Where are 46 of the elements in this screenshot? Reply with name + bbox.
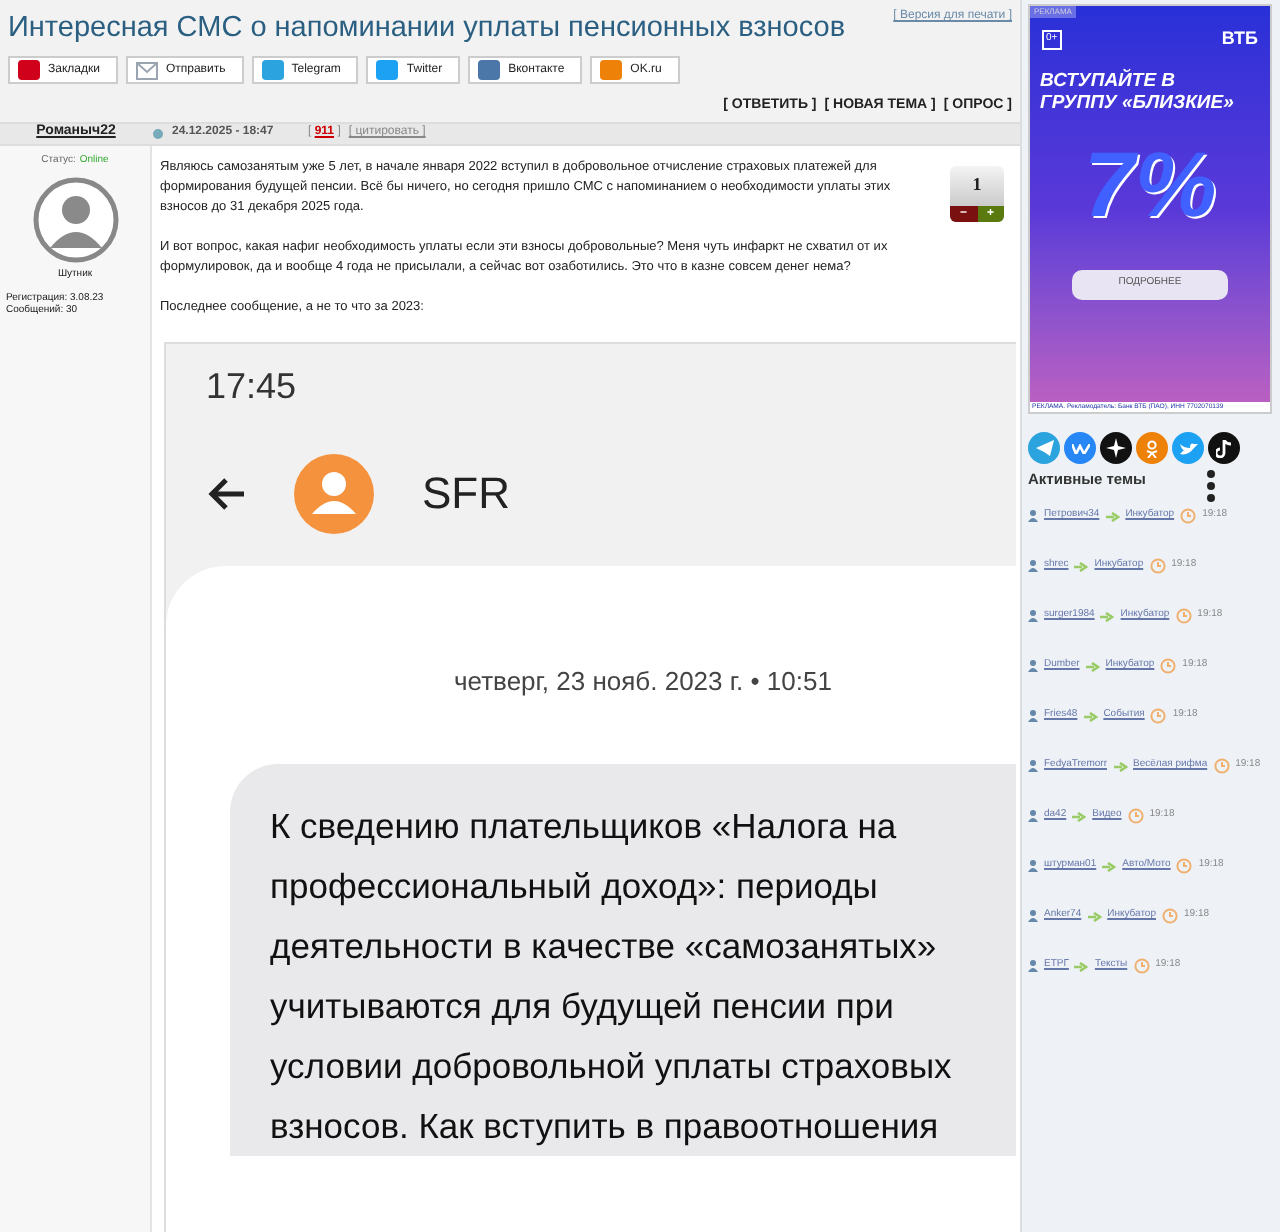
user-icon (1028, 860, 1038, 872)
arrow-right-icon (1074, 961, 1089, 971)
sender-name: SFR (422, 466, 510, 522)
message-bubble: К сведению плательщиков «Налога на профессиональный доход»: периоды деятельности в качестве «самозанятых» учитываются для будущей пенсии при условии добровольной уплаты страховых взносов. Как вступить в правоотношения (230, 764, 1016, 1156)
clock-icon (1150, 708, 1167, 724)
arrow-right-icon (1087, 911, 1102, 921)
clock-icon (1180, 508, 1197, 524)
clock-icon (1149, 558, 1166, 574)
user-icon (1028, 710, 1038, 722)
clock-icon (1160, 658, 1177, 674)
tiktok-icon[interactable] (1208, 432, 1240, 464)
clock-icon (1162, 908, 1178, 924)
envelope-icon (135, 61, 158, 79)
arrow-right-icon (1074, 561, 1089, 571)
rating-value: 1 (972, 171, 982, 197)
avatar-icon (31, 176, 119, 264)
user-icon (1028, 910, 1038, 922)
clock-icon (1133, 958, 1150, 974)
arrow-right-icon (1105, 511, 1120, 521)
user-icon (1028, 510, 1038, 522)
clock-icon (1127, 808, 1144, 824)
ad-headline: ВСТУПАЙТЕ В ГРУППУ «БЛИЗКИЕ» (1038, 69, 1236, 113)
arrow-right-icon (1100, 611, 1115, 621)
more-options-icon[interactable] (1206, 468, 1216, 504)
arrow-right-icon (1072, 811, 1087, 821)
message-date: четверг, 23 нояб. 2023 г. • 10:51 (454, 663, 832, 700)
clock-icon (1213, 758, 1230, 774)
user-icon (1028, 810, 1038, 822)
topic-title: Интересная СМС о напоминании уплаты пенсионных взносов (8, 10, 846, 48)
user-icon (1028, 610, 1038, 622)
back-arrow-icon (206, 475, 246, 511)
user-icon (1028, 960, 1038, 972)
user-icon (1028, 660, 1038, 672)
clock-icon (1176, 858, 1193, 874)
user-icon (1028, 760, 1038, 772)
user-icon (1028, 560, 1038, 572)
ad-percent: 7% (1083, 137, 1217, 229)
clock-icon (1175, 608, 1192, 624)
arrow-right-icon (1083, 711, 1098, 721)
contact-avatar-icon (294, 453, 374, 533)
bank-logo: ВТБ (1221, 26, 1258, 52)
phone-clock: 17:45 (206, 363, 299, 409)
arrow-right-icon (1085, 661, 1100, 671)
arrow-right-icon (1102, 861, 1117, 871)
star-icon[interactable] (1100, 432, 1132, 464)
arrow-right-icon (1113, 761, 1127, 771)
